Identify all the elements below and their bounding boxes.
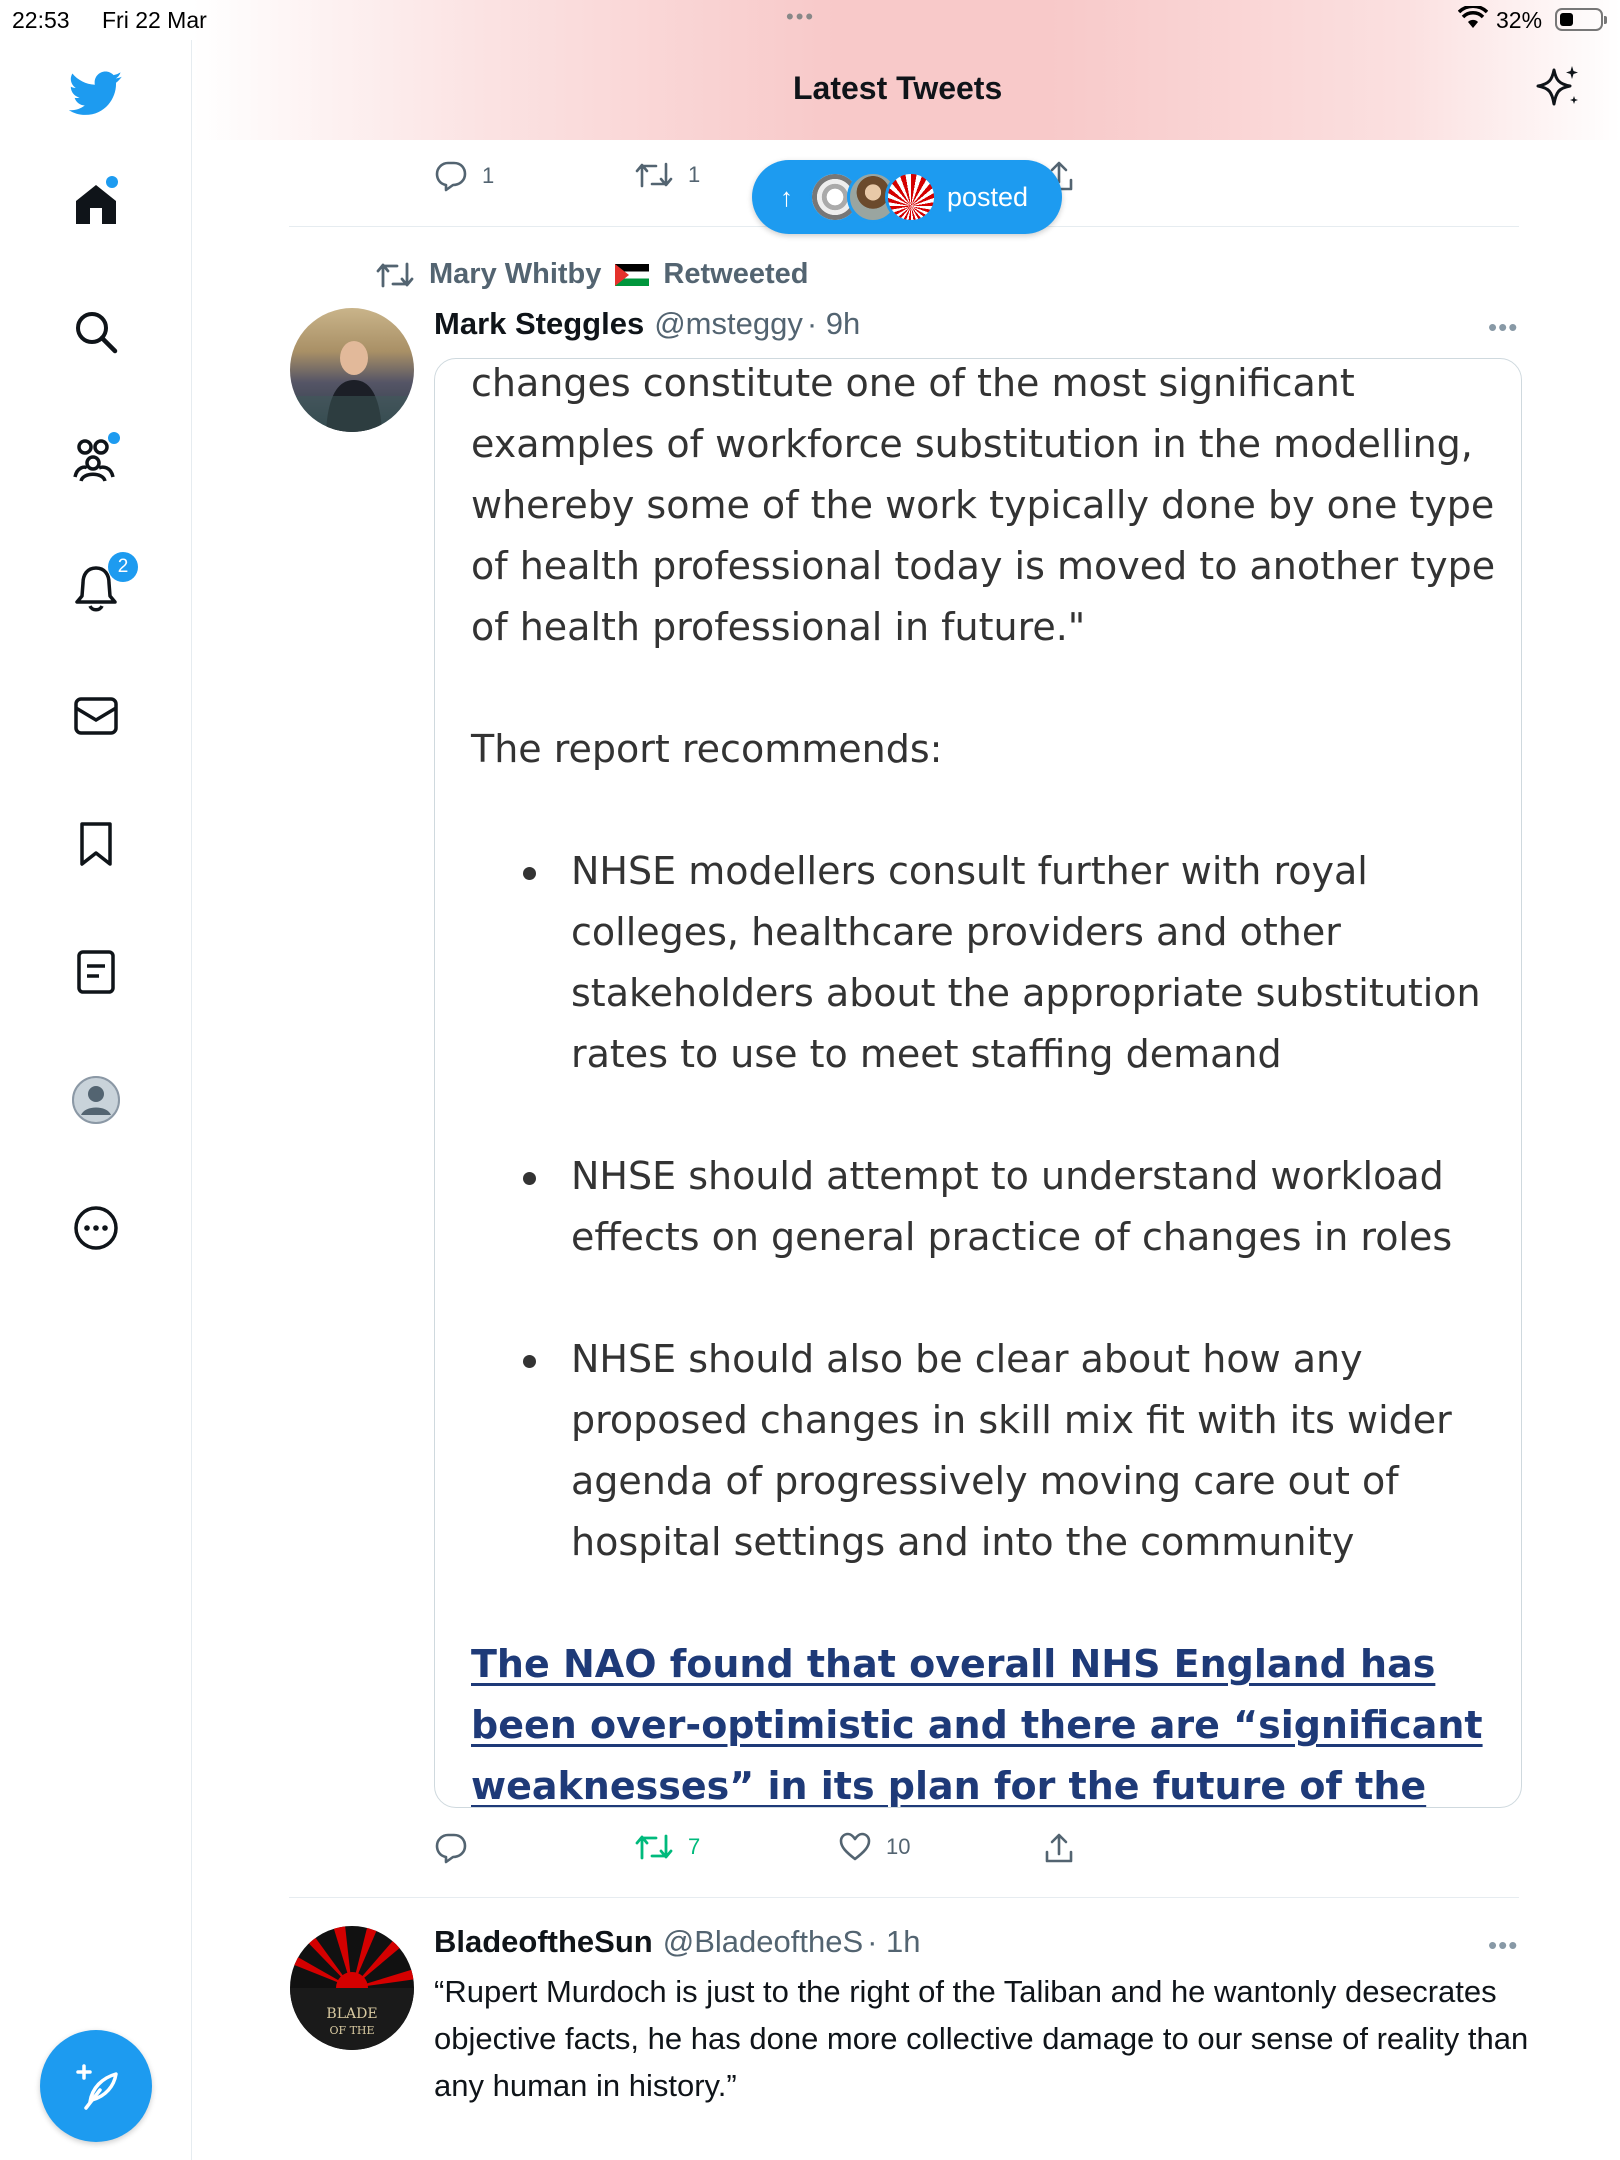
svg-text:BLADE: BLADE [326, 2006, 377, 2022]
more-icon[interactable] [66, 1198, 126, 1258]
media-text: changes constitute one of the most signi… [471, 359, 1501, 1808]
status-bar: 22:53 Fri 22 Mar ••• 32% [0, 0, 1620, 40]
sparkle-icon[interactable] [1533, 62, 1583, 112]
communities-icon[interactable] [66, 430, 126, 490]
retweet-icon [635, 162, 673, 188]
battery-percent: 32% [1496, 7, 1543, 33]
share-button[interactable] [1044, 1832, 1074, 1864]
communities-unread-dot [108, 432, 120, 444]
author-name[interactable]: BladeoftheSun [434, 1924, 653, 1960]
author-handle[interactable]: @msteggy [654, 306, 803, 342]
tweet-time[interactable]: · 1h [867, 1924, 920, 1960]
author-handle[interactable]: @BladeoftheS [663, 1924, 863, 1960]
battery-icon [1555, 8, 1607, 31]
tweet-time[interactable]: · 9h [807, 306, 860, 342]
heart-icon [839, 1832, 871, 1861]
bookmarks-icon[interactable] [66, 814, 126, 874]
twitter-logo-icon[interactable] [66, 64, 126, 124]
search-icon[interactable] [66, 302, 126, 362]
like-button[interactable]: 10 [838, 1832, 910, 1862]
page-title: Latest Tweets [793, 70, 1003, 106]
compose-tweet-button[interactable] [40, 2030, 152, 2142]
media-line: changes constitute one of the most signi… [471, 361, 1355, 405]
retweet-button[interactable]: 7 [634, 1832, 700, 1862]
list-item: NHSE modellers consult further with roya… [471, 841, 1501, 1085]
reply-button[interactable] [434, 1832, 482, 1864]
retweet-count: 7 [688, 1834, 701, 1859]
media-line: of health professional today is moved to… [471, 544, 1496, 588]
retweet-count: 1 [688, 162, 701, 187]
tweet-author-line: BladeoftheSun @BladeoftheS · 1h [434, 1924, 921, 1960]
palestine-flag-icon [615, 263, 650, 286]
media-line: whereby some of the work typically done … [471, 483, 1495, 527]
profile-avatar-icon[interactable] [66, 1070, 126, 1130]
retweeted-label: Retweeted [663, 258, 809, 290]
notifications-badge: 2 [108, 552, 138, 582]
lists-icon[interactable] [66, 942, 126, 1002]
messages-icon[interactable] [66, 686, 126, 746]
home-icon[interactable] [66, 174, 126, 234]
like-count: 10 [886, 1834, 911, 1859]
svg-text:OF THE: OF THE [329, 2024, 374, 2037]
tweet-text: “Rupert Murdoch is just to the right of … [434, 1974, 1529, 2103]
reply-button[interactable]: 1 [434, 160, 494, 192]
status-time: 22:53 [12, 7, 70, 33]
retweet-icon [376, 262, 414, 287]
avatar[interactable] [290, 308, 414, 432]
posted-avatars [809, 169, 939, 225]
sidebar: 2 [0, 40, 192, 2160]
recommendations-list: NHSE modellers consult further with roya… [471, 841, 1501, 1573]
reply-icon [435, 1833, 467, 1864]
tweet-author-line: Mark Steggles @msteggy · 9h [434, 306, 860, 342]
tweet-media-image[interactable]: changes constitute one of the most signi… [434, 358, 1522, 1808]
posted-label: posted [947, 181, 1029, 212]
wifi-icon [1457, 4, 1489, 36]
tweet-more-icon[interactable]: ••• [1488, 1930, 1518, 1961]
divider [289, 1897, 1519, 1898]
new-posts-pill[interactable]: ↑ posted [752, 160, 1062, 234]
multitasking-dots-icon[interactable]: ••• [786, 4, 815, 30]
status-date: Fri 22 Mar [102, 7, 207, 33]
share-icon [1045, 1833, 1073, 1863]
tweet-more-icon[interactable]: ••• [1488, 312, 1518, 343]
home-unread-dot [106, 176, 118, 188]
media-line: of health professional in future." [471, 605, 1086, 649]
retweet-button[interactable]: 1 [634, 160, 700, 190]
media-line: examples of workforce substitution in th… [471, 422, 1473, 466]
retweeter-name: Mary Whitby [429, 258, 602, 290]
retweet-context[interactable]: Mary Whitby Retweeted [375, 258, 808, 291]
reply-icon [435, 161, 467, 192]
author-name[interactable]: Mark Steggles [434, 306, 644, 342]
list-item: NHSE should attempt to understand worklo… [471, 1146, 1501, 1268]
media-intro: The report recommends: [471, 727, 943, 771]
retweet-icon [635, 1834, 673, 1860]
list-item: NHSE should also be clear about how any … [471, 1329, 1501, 1573]
arrow-up-icon: ↑ [780, 181, 793, 212]
avatar[interactable]: BLADE OF THE [290, 1926, 414, 2050]
notifications-icon[interactable]: 2 [66, 552, 138, 618]
avatar [885, 171, 937, 223]
media-link-text: The NAO found that overall NHS England h… [471, 1642, 1483, 1808]
reply-count: 1 [482, 163, 495, 188]
